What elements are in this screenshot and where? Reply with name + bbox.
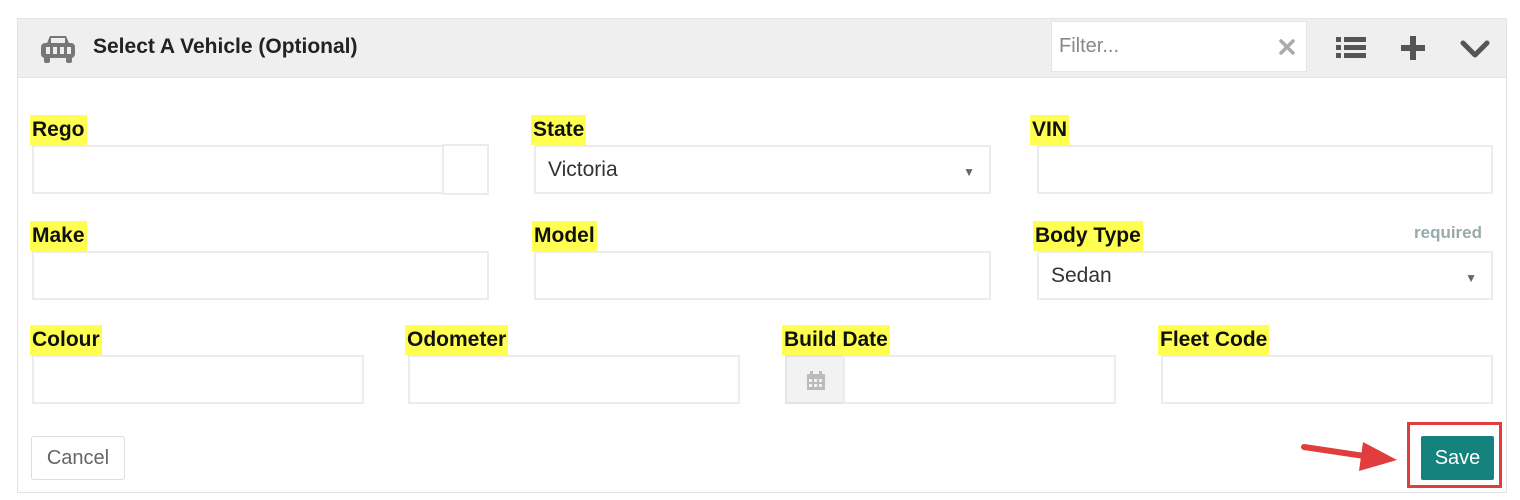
vin-field-wrapper xyxy=(1037,145,1493,194)
make-field-wrapper xyxy=(32,251,489,300)
chevron-down-icon[interactable] xyxy=(1458,31,1492,65)
save-button[interactable]: Save xyxy=(1421,436,1494,480)
body-type-label: Body Type xyxy=(1033,221,1143,251)
build-date-field-wrapper xyxy=(843,355,1116,404)
rego-input[interactable] xyxy=(34,147,442,192)
colour-field-wrapper xyxy=(32,355,364,404)
annotation-arrow-icon xyxy=(1301,442,1397,471)
fleet-code-label: Fleet Code xyxy=(1158,325,1270,355)
cancel-button[interactable]: Cancel xyxy=(31,436,125,480)
fleet-code-field-wrapper xyxy=(1161,355,1493,404)
vin-input[interactable] xyxy=(1039,147,1491,192)
model-label: Model xyxy=(532,221,597,251)
car-icon xyxy=(41,36,75,63)
calendar-icon xyxy=(807,371,825,390)
make-label: Make xyxy=(30,221,87,251)
plus-icon[interactable] xyxy=(1396,31,1430,65)
rego-label: Rego xyxy=(30,115,87,145)
colour-input[interactable] xyxy=(34,357,362,402)
fleet-code-input[interactable] xyxy=(1163,357,1491,402)
model-field-wrapper xyxy=(534,251,991,300)
vehicle-panel: Select A Vehicle (Optional) Rego State xyxy=(17,18,1507,493)
dropdown-arrow-icon: ▼ xyxy=(1465,271,1477,285)
vin-label: VIN xyxy=(1030,115,1070,145)
panel-title: Select A Vehicle (Optional) xyxy=(93,35,358,58)
dropdown-arrow-icon: ▼ xyxy=(963,165,975,179)
state-label: State xyxy=(531,115,587,145)
model-input[interactable] xyxy=(536,253,989,298)
make-input[interactable] xyxy=(34,253,487,298)
body-type-select[interactable]: Sedan ▼ xyxy=(1037,251,1493,300)
colour-label: Colour xyxy=(30,325,102,355)
filter-box xyxy=(1051,21,1307,72)
filter-input[interactable] xyxy=(1052,22,1272,71)
body-type-selected-value: Sedan xyxy=(1051,264,1112,287)
odometer-field-wrapper xyxy=(408,355,740,404)
odometer-label: Odometer xyxy=(405,325,509,355)
state-select[interactable]: Victoria ▼ xyxy=(534,145,991,194)
odometer-input[interactable] xyxy=(410,357,738,402)
rego-field-wrapper xyxy=(32,145,444,194)
build-date-label: Build Date xyxy=(782,325,890,355)
required-indicator: required xyxy=(1414,223,1483,242)
build-date-input[interactable] xyxy=(845,357,1114,402)
panel-header: Select A Vehicle (Optional) xyxy=(18,19,1506,78)
clear-icon[interactable] xyxy=(1278,38,1296,56)
list-icon[interactable] xyxy=(1334,31,1368,65)
rego-addon-button[interactable] xyxy=(442,144,489,195)
state-selected-value: Victoria xyxy=(548,158,618,181)
calendar-button[interactable] xyxy=(785,355,845,404)
